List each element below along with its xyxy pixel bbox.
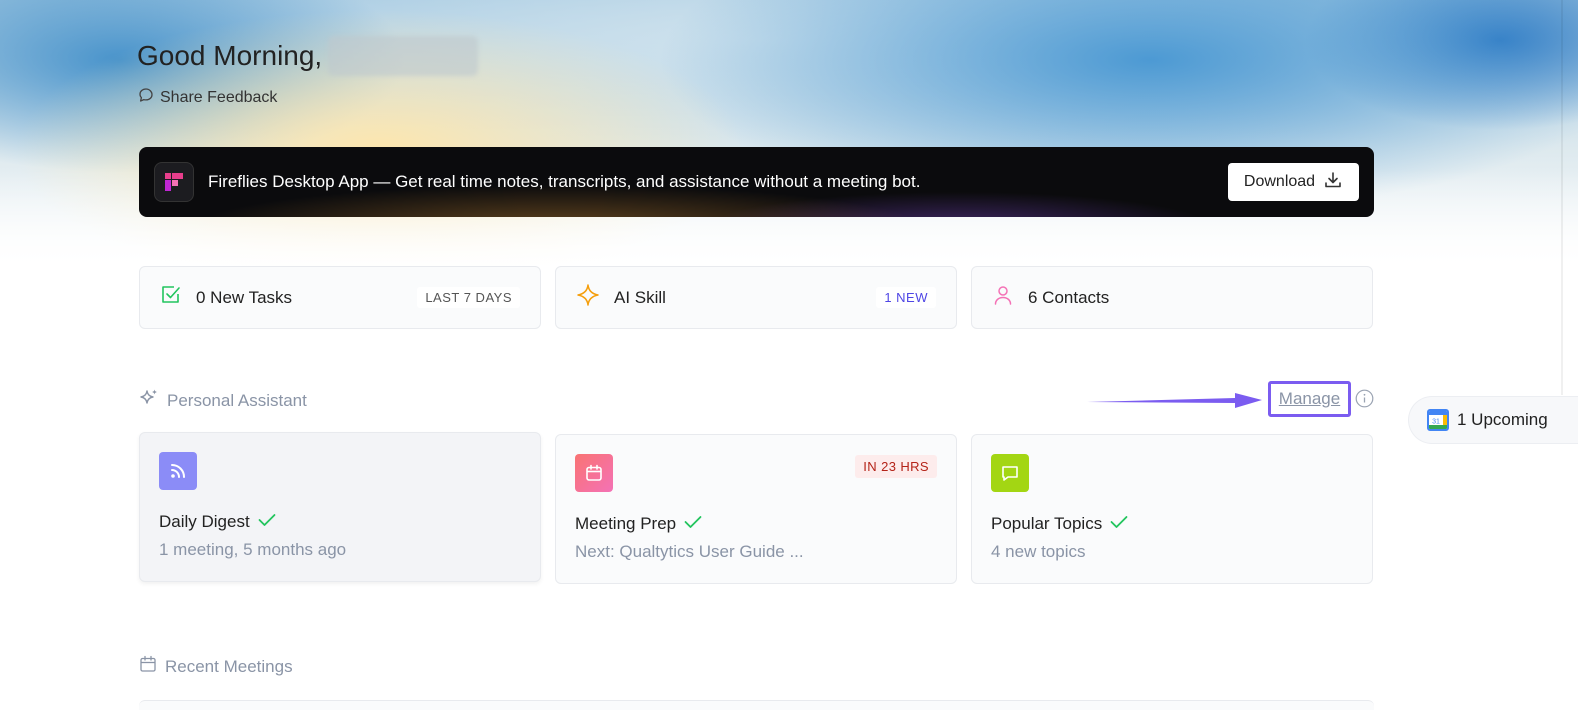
popular-topics-subtitle: 4 new topics bbox=[991, 542, 1086, 561]
fireflies-logo-icon bbox=[154, 162, 194, 202]
manage-link[interactable]: Manage bbox=[1279, 389, 1340, 409]
person-icon bbox=[992, 284, 1014, 311]
meeting-prep-time-badge: IN 23 HRS bbox=[855, 455, 937, 478]
personal-assistant-heading: Personal Assistant bbox=[139, 388, 307, 413]
meeting-prep-subtitle: Next: Qualtytics User Guide ... bbox=[575, 542, 804, 561]
card-daily-digest[interactable]: Daily Digest 1 meeting, 5 months ago bbox=[139, 432, 541, 582]
check-icon bbox=[258, 512, 276, 532]
info-icon[interactable] bbox=[1355, 389, 1374, 413]
upcoming-meetings-pill[interactable]: 31 1 Upcoming bbox=[1408, 396, 1578, 444]
desktop-app-banner: Fireflies Desktop App — Get real time no… bbox=[139, 147, 1374, 217]
user-name-redacted bbox=[328, 36, 479, 76]
daily-digest-subtitle: 1 meeting, 5 months ago bbox=[159, 540, 347, 559]
stat-card-contacts[interactable]: 6 Contacts bbox=[971, 266, 1373, 329]
download-label: Download bbox=[1243, 173, 1316, 190]
calendar-icon bbox=[575, 454, 613, 492]
stat-label-tasks: 0 New Tasks bbox=[196, 287, 293, 307]
download-icon bbox=[1323, 170, 1343, 195]
popular-topics-label: Popular Topics bbox=[991, 514, 1103, 533]
popular-topics-title: Popular Topics bbox=[991, 514, 1128, 534]
scrollbar-track[interactable] bbox=[1561, 0, 1563, 395]
check-icon bbox=[684, 514, 702, 534]
stat-badge-tasks: LAST 7 DAYS bbox=[417, 287, 520, 308]
feedback-label: Share Feedback bbox=[160, 88, 278, 106]
daily-digest-label: Daily Digest bbox=[159, 512, 250, 531]
calendar-day-number: 31 bbox=[1432, 419, 1440, 426]
recent-meetings-title: Recent Meetings bbox=[165, 656, 293, 676]
banner-app-name: Fireflies Desktop App bbox=[208, 172, 369, 191]
stat-label-ai-skill: AI Skill bbox=[614, 287, 666, 307]
speech-bubble-icon bbox=[138, 87, 154, 108]
banner-message: Fireflies Desktop App — Get real time no… bbox=[208, 172, 920, 192]
daily-digest-title: Daily Digest bbox=[159, 512, 276, 532]
personal-assistant-title: Personal Assistant bbox=[167, 390, 307, 410]
stat-label-contacts: 6 Contacts bbox=[1028, 287, 1110, 307]
annotation-arrow bbox=[1087, 393, 1262, 408]
card-meeting-prep[interactable]: IN 23 HRS Meeting Prep Next: Qualtytics … bbox=[555, 434, 957, 584]
recent-meetings-list-edge bbox=[139, 700, 1374, 710]
meeting-prep-label: Meeting Prep bbox=[575, 514, 677, 533]
meeting-prep-title: Meeting Prep bbox=[575, 514, 702, 534]
rss-icon bbox=[159, 452, 197, 490]
stat-badge-ai-skill: 1 NEW bbox=[876, 287, 936, 308]
sparkles-icon bbox=[139, 388, 159, 413]
stat-card-tasks[interactable]: 0 New Tasks LAST 7 DAYS bbox=[139, 266, 541, 329]
upcoming-label: 1 Upcoming bbox=[1457, 410, 1548, 429]
check-icon bbox=[1110, 514, 1128, 534]
share-feedback-link[interactable]: Share Feedback bbox=[138, 87, 277, 108]
recent-meetings-heading: Recent Meetings bbox=[139, 655, 293, 678]
checkbox-icon bbox=[160, 284, 182, 311]
download-button[interactable]: Download bbox=[1228, 163, 1359, 201]
google-calendar-icon: 31 bbox=[1427, 409, 1449, 431]
calendar-outline-icon bbox=[139, 655, 157, 678]
card-popular-topics[interactable]: Popular Topics 4 new topics bbox=[971, 434, 1373, 584]
stat-card-ai-skill[interactable]: AI Skill 1 NEW bbox=[555, 266, 957, 329]
banner-tagline: — Get real time notes, transcripts, and … bbox=[368, 172, 921, 191]
chat-icon bbox=[991, 454, 1029, 492]
sparkle-icon bbox=[576, 283, 600, 312]
greeting: Good Morning, bbox=[137, 36, 479, 76]
greeting-text: Good Morning, bbox=[137, 40, 323, 71]
manage-highlight-box: Manage bbox=[1268, 381, 1351, 417]
